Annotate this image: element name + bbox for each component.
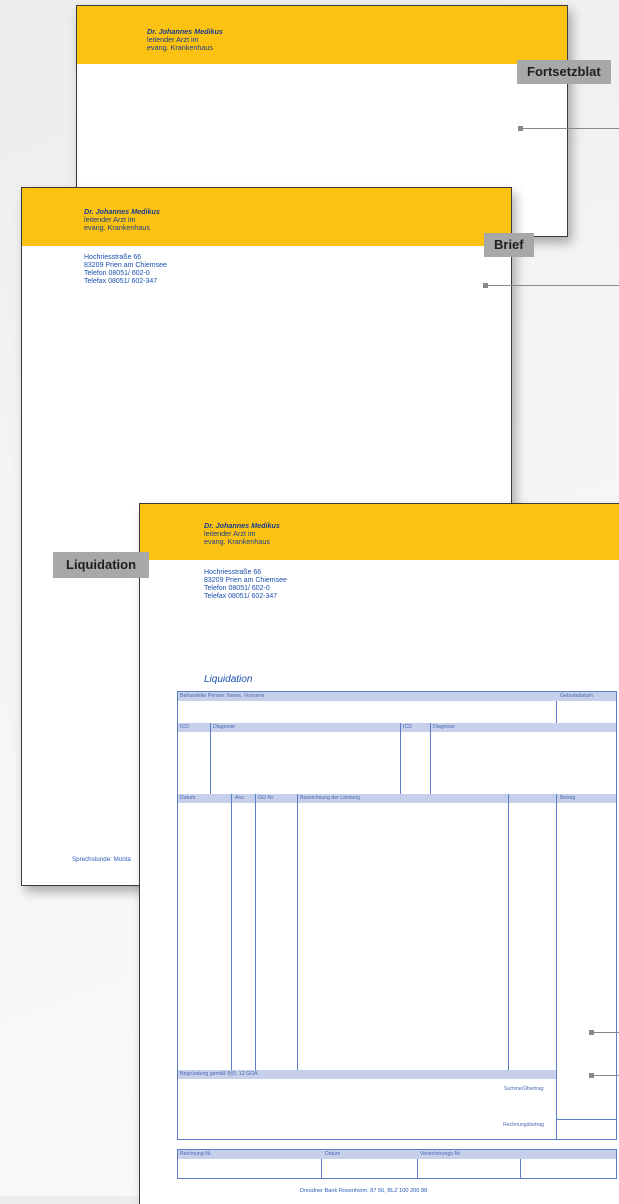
info-divider-3 [520,1159,521,1178]
diagnosis-header [178,723,616,732]
info-divider-2 [417,1159,418,1178]
address-street: Hochriesstraße 66 [204,569,262,576]
letterhead-text: Dr. Johannes Medikus leitender Arzt im e… [204,521,280,547]
address-block: Hochriesstraße 66 83209 Prien am Chiemse… [204,569,287,601]
icd-label-2: ICD [403,724,412,730]
address-city: 83209 Prien am Chiemsee [204,577,287,584]
form-title: Liquidation [204,674,253,685]
info-divider-1 [321,1159,322,1178]
col-anz: Anz. [235,795,246,801]
col-datum: Datum [180,795,196,801]
doctor-hospital: evang. Krankenhaus [147,43,213,53]
invoice-info-header [178,1150,616,1159]
diagnosis-label: Diagnose [213,724,235,730]
rechnungsbetrag-line [556,1119,616,1120]
address-phone: Telefon 08051/ 602-0 [204,585,270,592]
betrag-divider [556,794,557,1139]
rechnung-nr-label: Rechnung-Nr. [180,1151,213,1157]
liquidation-form: Behandelte Person: Name, Vorname Geburts… [177,691,617,1140]
address-street: Hochriesstraße 66 [84,254,142,261]
col-betrag: Betrag [560,795,576,801]
svc-divider-1 [231,794,232,1070]
doctor-hospital: evang. Krankenhaus [204,537,270,547]
liquidation-sheet: Dr. Johannes Medikus leitender Arzt im e… [139,503,619,1204]
diagnosis-label-2: Diagnose [433,724,455,730]
rechnungsbetrag-label: Rechnungsbetrag [503,1122,544,1128]
diag-divider-2 [400,723,401,794]
address-block: Hochriesstraße 66 83209 Prien am Chiemse… [84,254,167,286]
svc-divider-4 [508,794,509,1070]
versicherung-label: Versicherungs-Nr. [420,1151,462,1157]
summe-label: Summe/Übertrag [504,1086,544,1092]
bank-details: Dresdner Bank Rosenheim, 87 56, BLZ 100 … [300,1188,428,1194]
col-go-nr: GO-Nr. [258,795,275,801]
datum-label: Datum [325,1151,341,1157]
letterhead-text: Dr. Johannes Medikus leitender Arzt im e… [84,207,160,233]
liquidation-tag: Liquidation [53,552,150,578]
col-bezeichnung: Bezeichnung der Leistung [300,795,360,801]
leader-line [591,1075,619,1076]
office-hours-text: Sprechstunde: Monta [72,856,131,863]
address-city: 83209 Prien am Chiemsee [84,262,167,269]
icd-label: ICD [180,724,189,730]
fortsetzblatt-tag: Fortsetzblat [517,60,611,84]
diag-divider-1 [210,723,211,794]
diag-divider-3 [430,723,431,794]
leader-line [485,285,619,286]
invoice-info-box: Rechnung-Nr. Datum Versicherungs-Nr. [177,1149,617,1179]
address-fax: Telefax 08051/ 602-347 [84,278,158,285]
doctor-hospital: evang. Krankenhaus [84,223,150,233]
letterhead-text: Dr. Johannes Medikus leitender Arzt im e… [147,27,223,53]
person-label: Behandelte Person: Name, Vorname [180,693,265,699]
svc-divider-2 [255,794,256,1070]
address-fax: Telefax 08051/ 602-347 [204,593,278,600]
svc-divider-3 [297,794,298,1070]
leader-line [591,1032,619,1033]
brief-tag: Brief [484,233,534,257]
address-phone: Telefon 08051/ 602-0 [84,270,150,277]
birthdate-label: Geburtsdatum [560,693,593,699]
person-divider [556,701,557,723]
leader-line [520,128,619,129]
begruendung-label: Begründung gemäß §§5, 12 GOÄ [180,1071,258,1077]
